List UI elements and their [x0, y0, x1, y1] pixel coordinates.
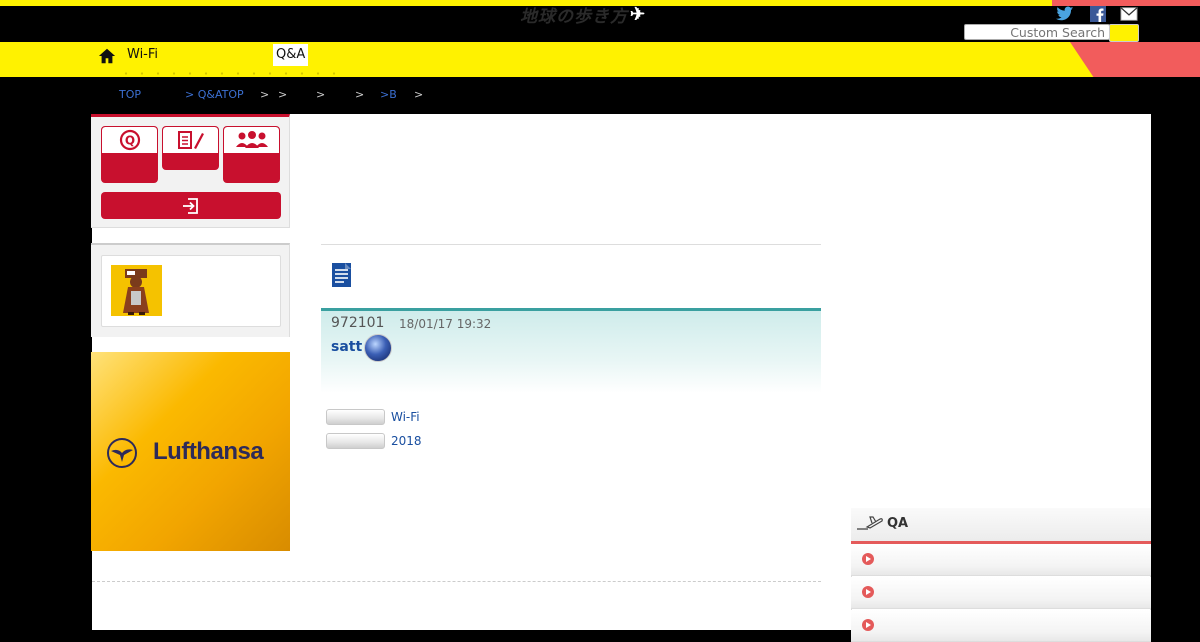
community-button[interactable]: [223, 126, 280, 183]
section-divider: [321, 244, 821, 245]
qa-panel-title: QA: [887, 516, 909, 531]
breadcrumb-separator: >: [260, 88, 270, 101]
search-input[interactable]: [964, 24, 1110, 40]
post-header: [321, 308, 821, 393]
breadcrumb-qa-top[interactable]: > Q&ATOP: [185, 88, 244, 102]
tag-label-pill: [326, 409, 385, 425]
logo-text: 地球の歩き方: [520, 6, 628, 27]
post-date: 18/01/17 19:32: [399, 317, 492, 331]
ad-brand-text: Lufthansa: [153, 438, 264, 465]
facebook-icon[interactable]: [1089, 6, 1107, 22]
login-icon: [183, 197, 198, 214]
document-icon: [332, 263, 351, 287]
tag-2018[interactable]: 2018: [391, 434, 422, 448]
nav-item-wifi[interactable]: Wi-Fi: [127, 46, 158, 64]
mascot-avatar[interactable]: [111, 265, 162, 316]
site-logo[interactable]: 地球の歩き方 ✈: [520, 3, 647, 27]
nav-dotted-divider: [118, 72, 338, 75]
post-username[interactable]: satt: [331, 339, 362, 355]
user-avatar[interactable]: [364, 334, 392, 362]
notepad-pen-icon: [177, 131, 204, 149]
mail-icon[interactable]: [1120, 6, 1138, 22]
post-id: 972101: [331, 315, 385, 331]
play-bullet-icon: [862, 553, 874, 565]
qa-list-item[interactable]: [851, 610, 1151, 642]
breadcrumb-separator: >: [316, 88, 326, 101]
twitter-icon[interactable]: [1056, 6, 1074, 22]
question-icon: Q: [119, 129, 140, 151]
crane-logo-icon: [107, 438, 137, 468]
dashed-divider: [92, 581, 821, 582]
home-icon[interactable]: [98, 47, 116, 65]
svg-text:Q: Q: [124, 134, 134, 148]
breadcrumb-separator: >: [414, 88, 424, 101]
plane-takeoff-icon: [857, 516, 883, 530]
qa-list-item[interactable]: [851, 577, 1151, 609]
breadcrumb-b[interactable]: >B: [380, 88, 397, 102]
breadcrumb-separator: >: [278, 88, 288, 101]
search-button[interactable]: [1109, 24, 1139, 42]
tag-wifi[interactable]: Wi-Fi: [391, 410, 420, 424]
breadcrumb-separator: >: [355, 88, 365, 101]
ask-question-button[interactable]: Q: [101, 126, 158, 183]
users-group-icon: [235, 131, 268, 148]
tag-label-pill: [326, 433, 385, 449]
qa-list-item[interactable]: [851, 544, 1151, 576]
play-bullet-icon: [862, 586, 874, 598]
login-button[interactable]: [101, 192, 281, 219]
breadcrumb-top[interactable]: TOP: [119, 88, 141, 102]
plane-icon: ✈: [630, 3, 647, 25]
post-note-button[interactable]: [162, 126, 219, 170]
play-bullet-icon: [862, 619, 874, 631]
nav-item-qa[interactable]: Q&A: [273, 44, 309, 66]
